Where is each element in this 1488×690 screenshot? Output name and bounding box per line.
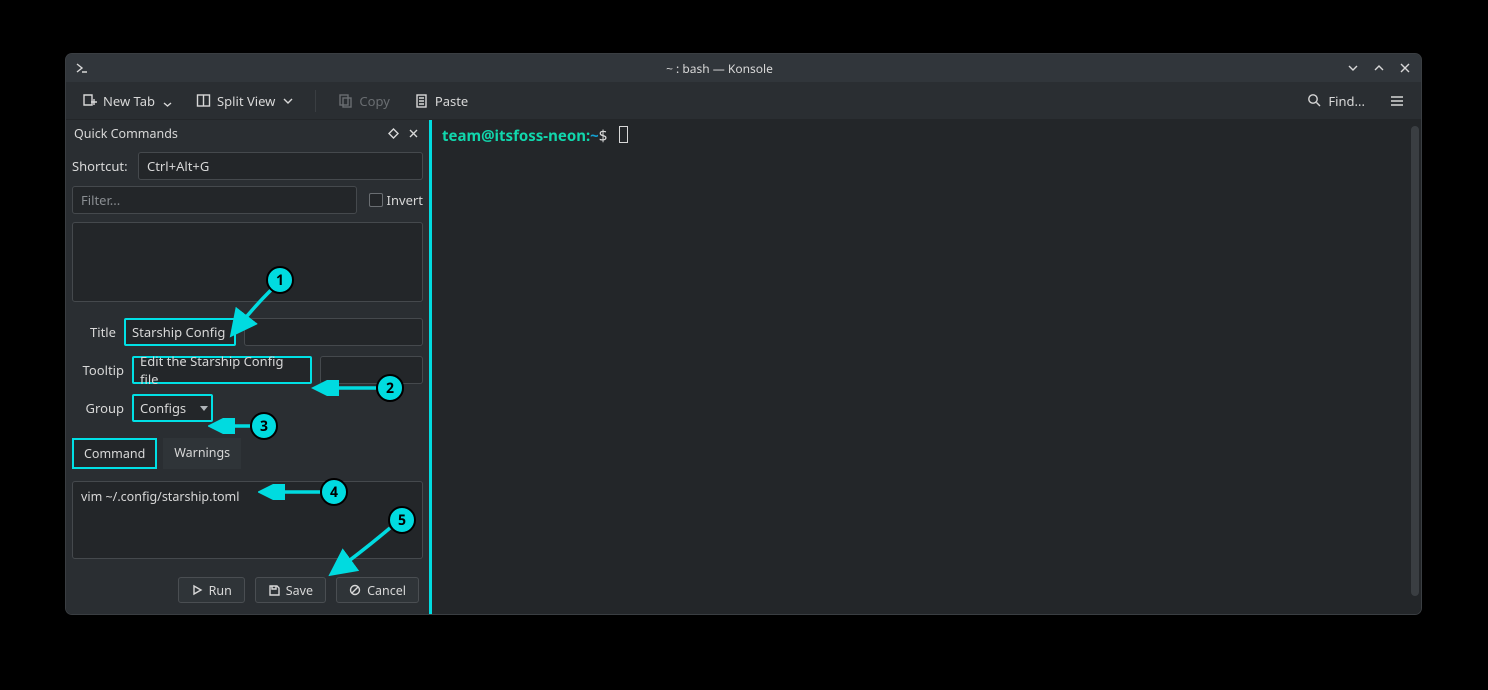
prompt-user-host: team@itsfoss-neon [442, 126, 586, 146]
tooltip-value: Edit the Starship Config file [140, 352, 304, 388]
save-button[interactable]: Save [255, 577, 326, 603]
checkbox-icon [369, 193, 383, 207]
annotation-badge-2: 2 [376, 374, 404, 402]
tooltip-input[interactable]: Edit the Starship Config file [132, 356, 312, 384]
tab-command[interactable]: Command [72, 438, 157, 469]
save-label: Save [286, 582, 313, 599]
content-area: Quick Commands Shortcut: [66, 120, 1421, 614]
tab-warnings-label: Warnings [174, 444, 230, 461]
new-tab-label: New Tab [103, 92, 155, 110]
tooltip-label: Tooltip [72, 361, 124, 379]
paste-icon [414, 93, 429, 108]
titlebar: ~ : bash — Konsole [66, 54, 1421, 82]
title-value: Starship Config [132, 323, 225, 341]
run-label: Run [209, 582, 232, 599]
paste-button[interactable]: Paste [408, 88, 474, 114]
panel-close-icon[interactable] [405, 125, 421, 141]
new-tab-button[interactable]: New Tab [76, 88, 178, 114]
group-label: Group [72, 399, 124, 417]
session-icon [74, 60, 90, 76]
split-view-chevron-icon[interactable] [283, 96, 293, 106]
copy-button: Copy [332, 88, 395, 114]
hamburger-menu-button[interactable] [1383, 89, 1411, 113]
action-buttons: Run Save Cancel [72, 577, 423, 603]
panel-header: Quick Commands [66, 120, 429, 146]
split-view-label: Split View [217, 92, 275, 110]
annotation-arrow-1 [216, 280, 276, 342]
shortcut-row: Shortcut: [72, 152, 423, 180]
annotation-badge-4: 4 [320, 478, 348, 506]
split-view-icon [196, 93, 211, 108]
chevron-down-icon [200, 406, 208, 411]
toolbar-separator [315, 90, 316, 112]
minimize-icon[interactable] [1345, 60, 1361, 76]
new-tab-icon [82, 93, 97, 108]
hamburger-icon [1389, 93, 1405, 109]
save-icon [268, 584, 280, 596]
new-tab-chevron-icon[interactable] [163, 94, 172, 108]
annotation-badge-3: 3 [250, 412, 278, 440]
cancel-label: Cancel [367, 582, 406, 599]
copy-label: Copy [359, 92, 389, 110]
annotation-badge-1: 1 [266, 266, 294, 294]
find-button[interactable]: Find... [1301, 88, 1371, 114]
copy-icon [338, 93, 353, 108]
main-toolbar: New Tab Split View Copy Paste [66, 82, 1421, 120]
shortcut-label: Shortcut: [72, 157, 130, 175]
vertical-scrollbar[interactable] [1411, 126, 1419, 596]
annotation-arrow-4 [258, 484, 324, 500]
annotation-badge-5: 5 [388, 506, 416, 534]
annotation-arrow-5 [324, 522, 396, 578]
group-select[interactable]: Configs [132, 394, 213, 422]
shortcut-input[interactable] [138, 152, 423, 180]
run-button[interactable]: Run [178, 577, 245, 603]
invert-checkbox[interactable]: Invert [369, 191, 423, 209]
filter-input[interactable] [72, 186, 357, 214]
prompt-dollar: $ [599, 126, 608, 146]
panel-float-icon[interactable] [385, 125, 401, 141]
annotation-arrow-2 [310, 380, 380, 396]
find-label: Find... [1328, 92, 1365, 110]
group-value: Configs [140, 399, 186, 417]
filter-row: Invert [72, 186, 423, 214]
command-text: vim ~/.config/starship.toml [81, 488, 239, 505]
invert-label: Invert [387, 191, 423, 209]
annotation-arrow-3 [208, 418, 254, 434]
panel-title: Quick Commands [74, 125, 381, 142]
search-icon [1307, 93, 1322, 108]
play-icon [191, 584, 203, 596]
maximize-icon[interactable] [1371, 60, 1387, 76]
editor-tabs: Command Warnings [72, 438, 423, 469]
cancel-icon [349, 584, 361, 596]
tab-warnings[interactable]: Warnings [163, 438, 241, 469]
prompt-path: ~ [590, 126, 599, 146]
tab-command-label: Command [84, 445, 145, 462]
terminal-cursor [619, 126, 628, 143]
cancel-button[interactable]: Cancel [336, 577, 419, 603]
window-title: ~ : bash — Konsole [94, 60, 1345, 77]
paste-label: Paste [435, 92, 468, 110]
close-icon[interactable] [1397, 60, 1413, 76]
title-label: Title [72, 323, 116, 341]
terminal-view[interactable]: team@itsfoss-neon:~$ [432, 120, 1421, 614]
split-view-button[interactable]: Split View [190, 88, 299, 114]
